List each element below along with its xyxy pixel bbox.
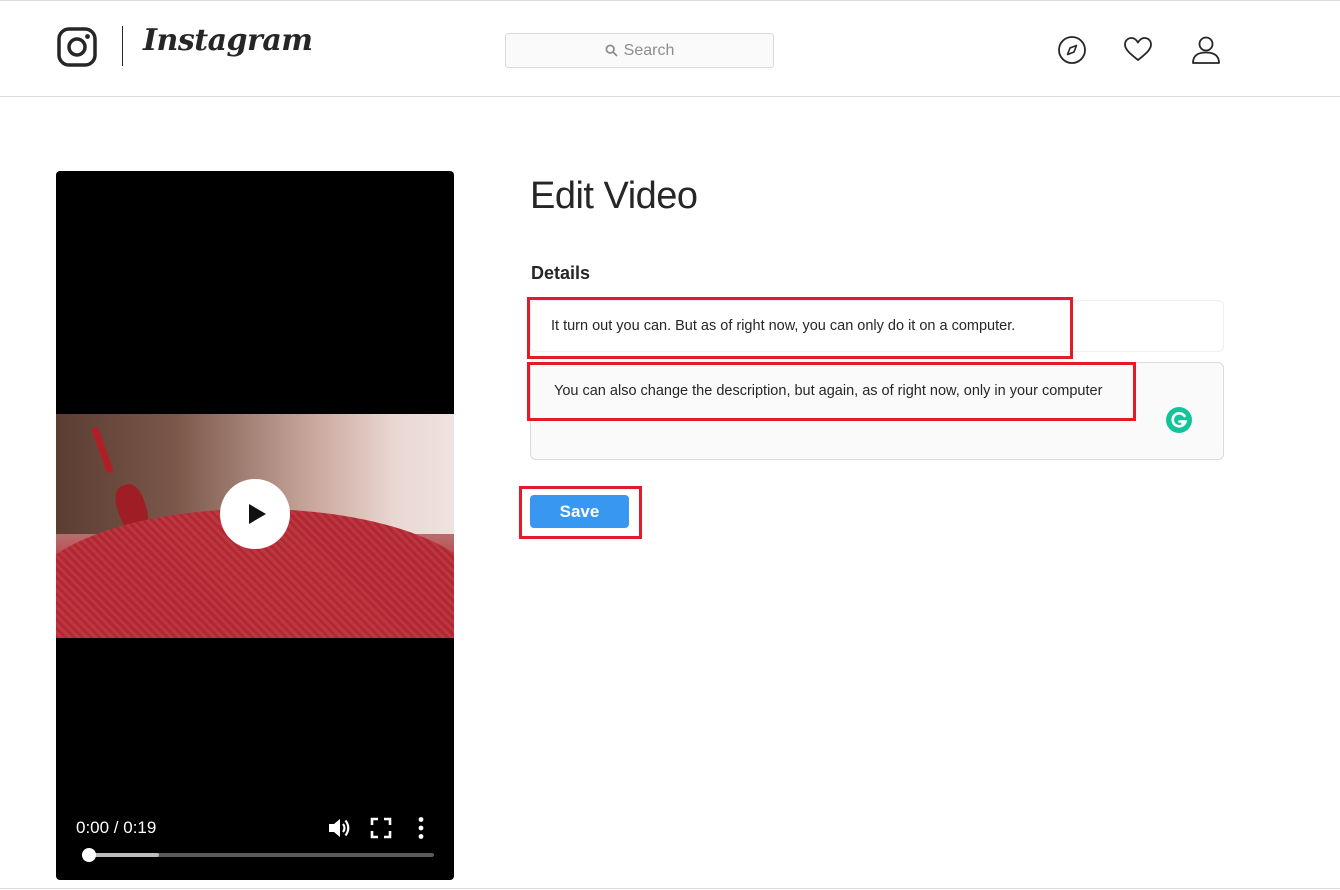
volume-icon[interactable] — [326, 815, 352, 841]
activity-heart-icon[interactable] — [1123, 35, 1153, 65]
search-icon — [605, 44, 618, 57]
grammarly-icon[interactable] — [1165, 406, 1193, 434]
profile-icon[interactable] — [1191, 35, 1221, 65]
details-heading: Details — [531, 263, 591, 283]
video-player[interactable]: 0:00 / 0:19 — [56, 171, 454, 880]
page-divider — [0, 888, 1340, 889]
video-time-display: 0:00 / 0:19 — [76, 818, 157, 837]
logo-divider — [122, 26, 123, 66]
save-button[interactable]: Save — [530, 495, 629, 528]
search-placeholder: Search — [623, 41, 675, 59]
fullscreen-icon[interactable] — [368, 815, 394, 841]
instagram-wordmark[interactable]: Instagram — [143, 23, 313, 58]
more-options-icon[interactable] — [408, 815, 434, 841]
page-title: Edit Video — [530, 175, 698, 217]
play-button[interactable] — [220, 479, 290, 549]
video-progress-slider[interactable] — [82, 848, 434, 862]
play-icon — [249, 504, 266, 524]
video-title-field[interactable]: It turn out you can. But as of right now… — [530, 300, 1224, 352]
instagram-glyph-icon[interactable] — [57, 27, 97, 67]
explore-compass-icon[interactable] — [1057, 35, 1087, 65]
video-scrubber-handle[interactable] — [82, 848, 96, 862]
video-description-field[interactable]: You can also change the description, but… — [530, 362, 1224, 460]
top-navigation-bar: Instagram Search — [0, 0, 1340, 97]
search-input[interactable]: Search — [505, 33, 774, 68]
